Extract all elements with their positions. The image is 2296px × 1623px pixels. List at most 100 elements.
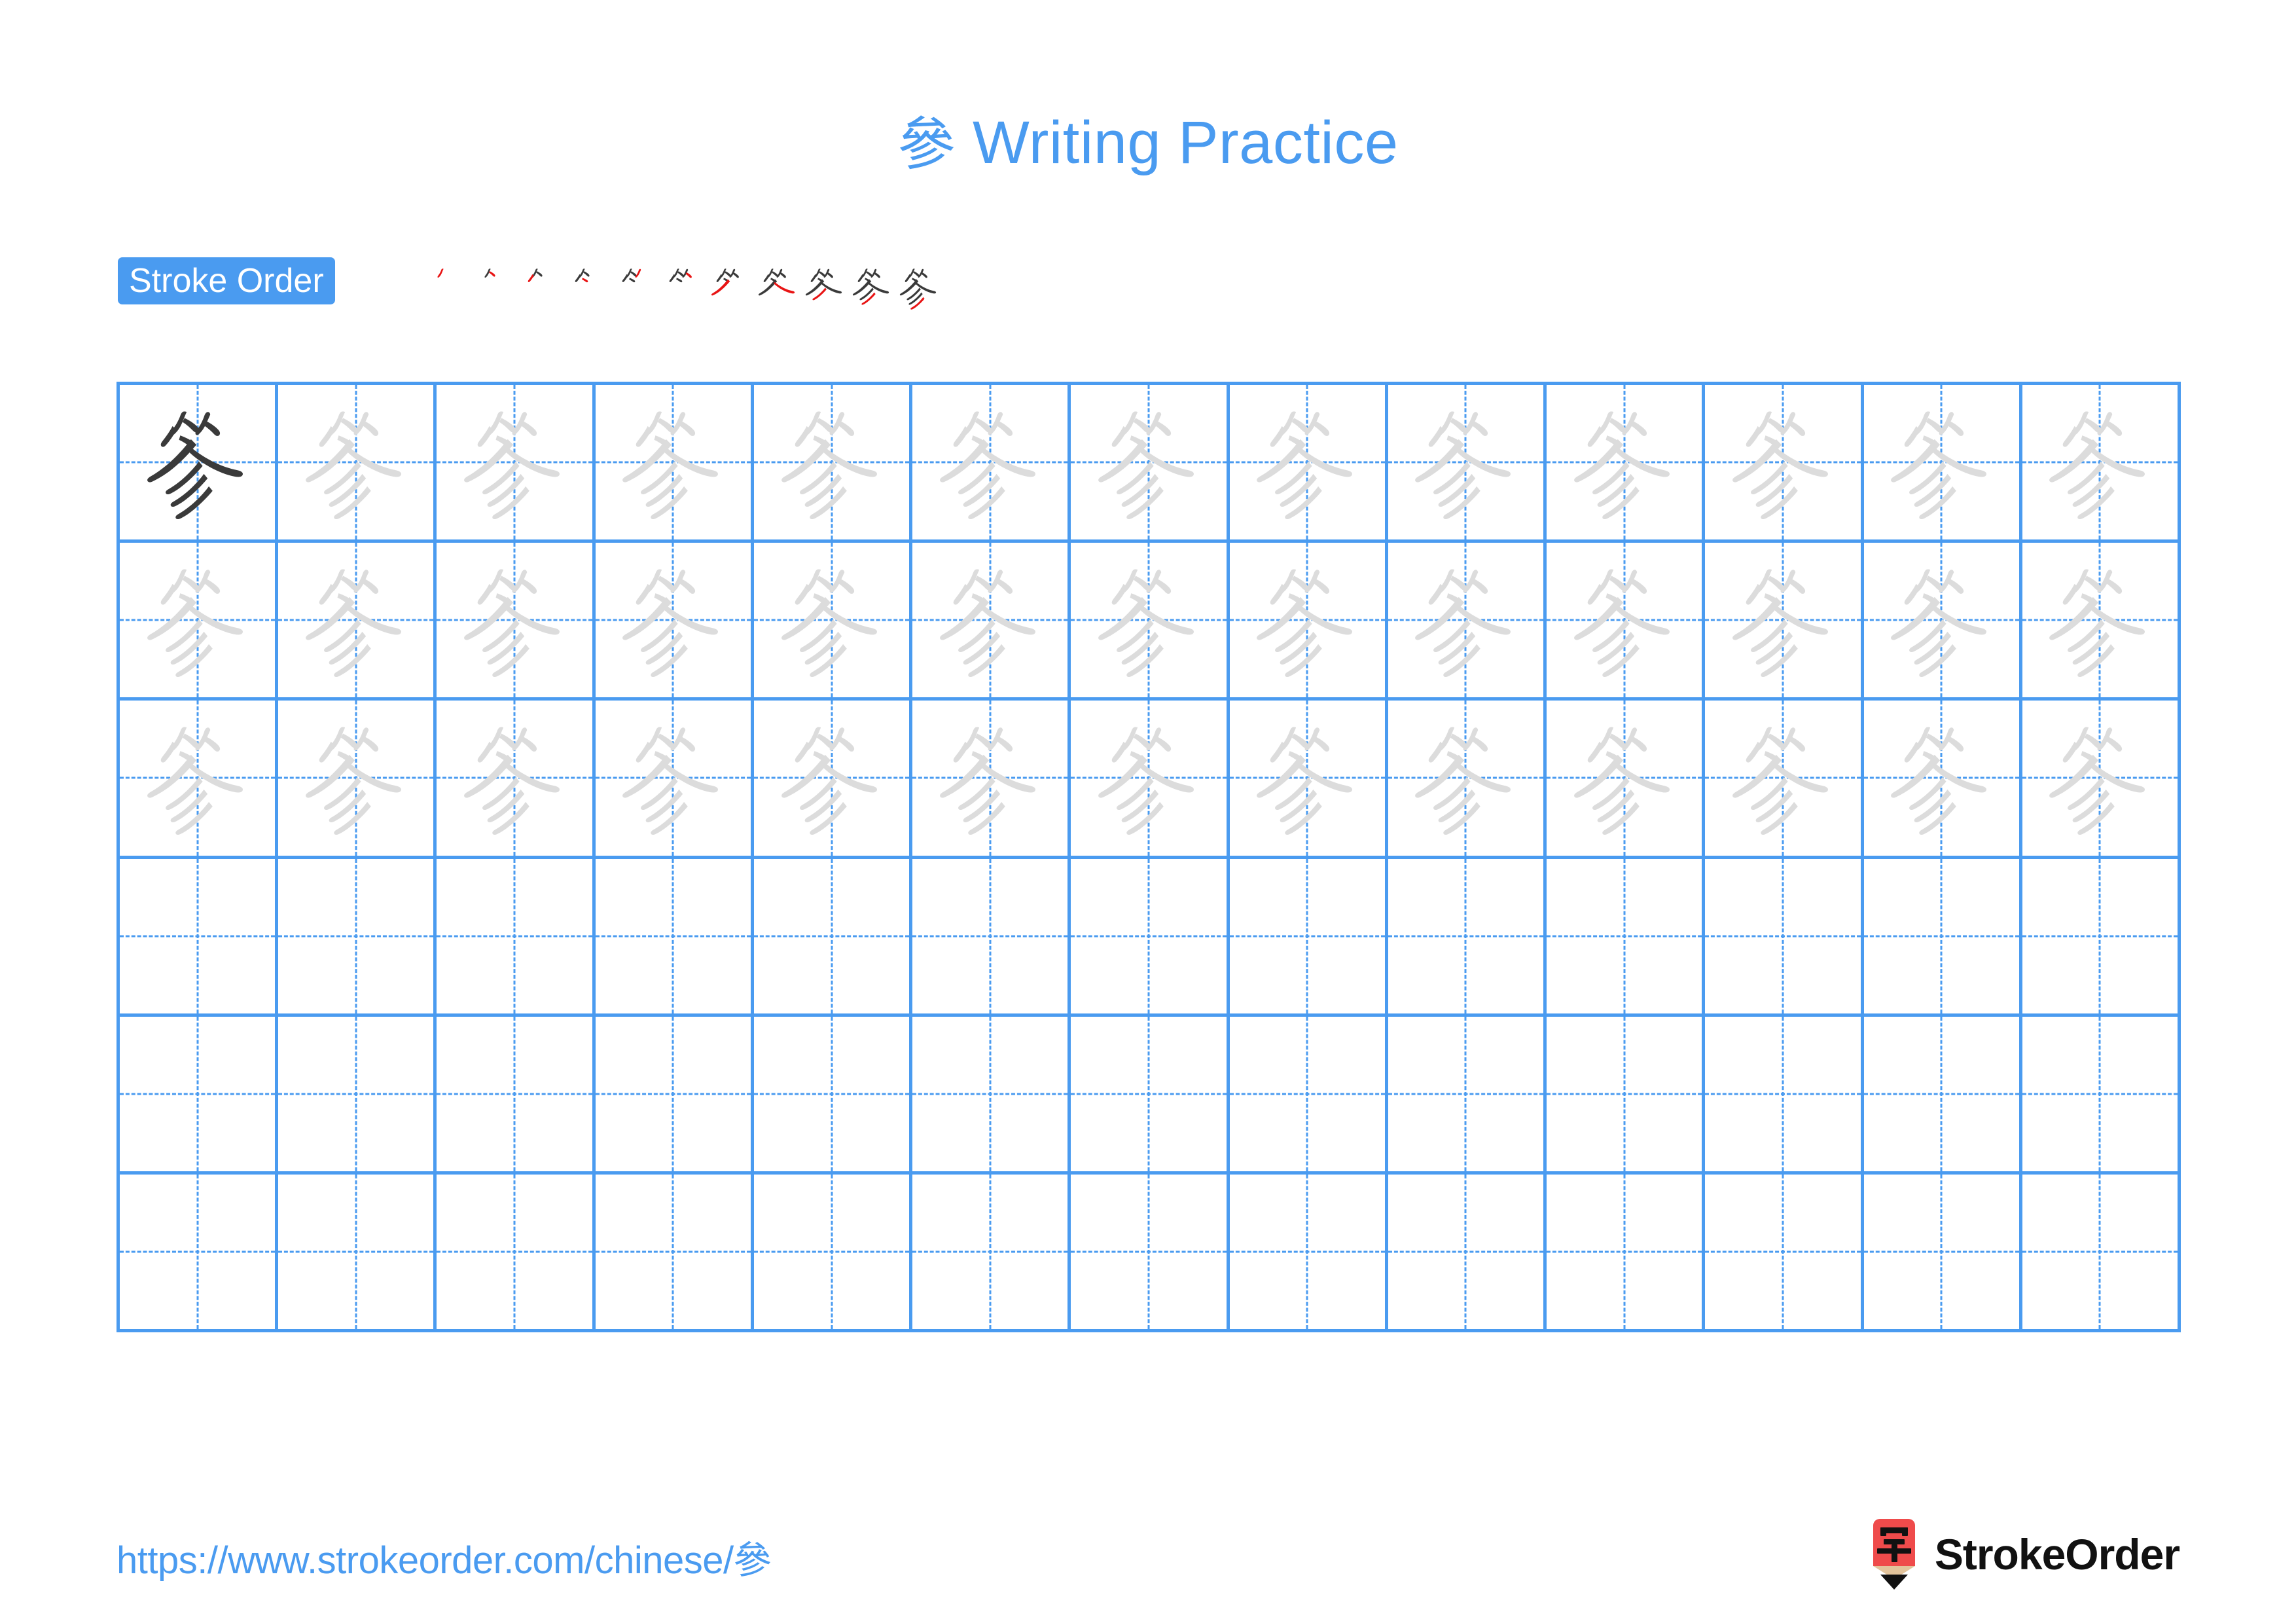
title-character: 參 <box>897 111 956 178</box>
practice-cell[interactable] <box>120 858 279 1017</box>
stroke-step-10 <box>848 254 895 331</box>
practice-cell[interactable] <box>120 385 279 543</box>
stroke-path <box>679 737 696 752</box>
practice-cell[interactable] <box>1705 385 1864 543</box>
practice-cell[interactable] <box>1863 701 2022 859</box>
practice-cell[interactable] <box>1863 1016 2022 1175</box>
practice-cell[interactable] <box>1705 858 1864 1017</box>
practice-cell[interactable] <box>1071 1174 1230 1332</box>
practice-cell[interactable] <box>278 858 437 1017</box>
practice-cell[interactable] <box>1547 1016 1706 1175</box>
practice-cell[interactable] <box>120 543 279 701</box>
practice-cell[interactable] <box>595 543 754 701</box>
practice-cell[interactable] <box>1547 858 1706 1017</box>
practice-cell[interactable] <box>1547 543 1706 701</box>
practice-cell[interactable] <box>2022 1174 2181 1332</box>
practice-cell[interactable] <box>1071 701 1230 859</box>
practice-cell[interactable] <box>1388 858 1547 1017</box>
practice-cell[interactable] <box>1229 1016 1388 1175</box>
practice-cell[interactable] <box>912 385 1071 543</box>
practice-cell[interactable] <box>278 385 437 543</box>
stroke-path <box>489 271 495 277</box>
practice-cell[interactable] <box>2022 385 2181 543</box>
practice-cell[interactable] <box>2022 701 2181 859</box>
practice-cell[interactable] <box>1229 543 1388 701</box>
practice-cell[interactable] <box>1229 385 1388 543</box>
practice-cell[interactable] <box>753 701 913 859</box>
practice-cell[interactable] <box>278 701 437 859</box>
practice-cell[interactable] <box>1863 543 2022 701</box>
practice-cell[interactable] <box>437 1174 596 1332</box>
practice-cell[interactable] <box>120 701 279 859</box>
practice-cell[interactable] <box>912 1016 1071 1175</box>
trace-character <box>278 701 433 855</box>
practice-cell[interactable] <box>1705 1016 1864 1175</box>
practice-cell[interactable] <box>437 543 596 701</box>
practice-cell[interactable] <box>2022 543 2181 701</box>
practice-cell[interactable] <box>1071 543 1230 701</box>
practice-cell[interactable] <box>2022 1016 2181 1175</box>
stroke-path <box>996 421 1013 437</box>
stroke-path <box>1313 421 1330 437</box>
practice-cell[interactable] <box>1547 385 1706 543</box>
trace-character <box>120 543 275 697</box>
practice-cell[interactable] <box>753 543 913 701</box>
practice-cell[interactable] <box>595 858 754 1017</box>
practice-cell[interactable] <box>120 1016 279 1175</box>
practice-cell[interactable] <box>1705 543 1864 701</box>
practice-cell[interactable] <box>437 385 596 543</box>
practice-cell[interactable] <box>1863 1174 2022 1332</box>
practice-cell[interactable] <box>1388 701 1547 859</box>
practice-cell[interactable] <box>595 385 754 543</box>
trace-character <box>1388 385 1543 539</box>
stroke-path <box>182 575 199 591</box>
practice-cell[interactable] <box>1388 1016 1547 1175</box>
practice-cell[interactable] <box>1071 858 1230 1017</box>
stroke-path <box>905 274 911 282</box>
practice-cell[interactable] <box>912 858 1071 1017</box>
practice-cell[interactable] <box>912 1174 1071 1332</box>
practice-cell[interactable] <box>1863 385 2022 543</box>
practice-cell[interactable] <box>2022 858 2181 1017</box>
practice-cell[interactable] <box>1705 701 1864 859</box>
practice-cell[interactable] <box>595 1016 754 1175</box>
practice-cell[interactable] <box>1547 701 1706 859</box>
practice-cell[interactable] <box>278 543 437 701</box>
practice-cell[interactable] <box>912 701 1071 859</box>
trace-character <box>754 701 909 855</box>
stroke-path <box>1926 733 1943 749</box>
stroke-path <box>477 426 493 447</box>
practice-cell[interactable] <box>1229 858 1388 1017</box>
practice-cell[interactable] <box>912 543 1071 701</box>
practice-cell[interactable] <box>753 1016 913 1175</box>
practice-cell[interactable] <box>753 858 913 1017</box>
practice-cell[interactable] <box>1863 858 2022 1017</box>
practice-cell[interactable] <box>753 1174 913 1332</box>
practice-cell[interactable] <box>1388 543 1547 701</box>
practice-cell[interactable] <box>437 701 596 859</box>
practice-cell[interactable] <box>595 1174 754 1332</box>
stroke-path <box>520 579 537 594</box>
stroke-path <box>1450 733 1467 749</box>
practice-cell[interactable] <box>1229 1174 1388 1332</box>
practice-cell[interactable] <box>278 1174 437 1332</box>
practice-cell[interactable] <box>437 1016 596 1175</box>
stroke-path <box>679 579 696 594</box>
practice-cell[interactable] <box>1071 1016 1230 1175</box>
stroke-path <box>716 274 723 282</box>
stroke-path <box>1270 426 1286 447</box>
practice-cell[interactable] <box>120 1174 279 1332</box>
practice-cell[interactable] <box>1071 385 1230 543</box>
footer-url[interactable]: https://www.strokeorder.com/chinese/參 <box>117 1529 772 1584</box>
practice-cell[interactable] <box>1388 1174 1547 1332</box>
practice-cell[interactable] <box>1547 1174 1706 1332</box>
practice-cell[interactable] <box>1705 1174 1864 1332</box>
practice-cell[interactable] <box>1388 385 1547 543</box>
practice-cell[interactable] <box>595 701 754 859</box>
practice-cell[interactable] <box>278 1016 437 1175</box>
practice-cell[interactable] <box>753 385 913 543</box>
practice-cell[interactable] <box>1229 701 1388 859</box>
stroke-path <box>1450 418 1467 433</box>
model-character <box>120 385 275 539</box>
practice-cell[interactable] <box>437 858 596 1017</box>
